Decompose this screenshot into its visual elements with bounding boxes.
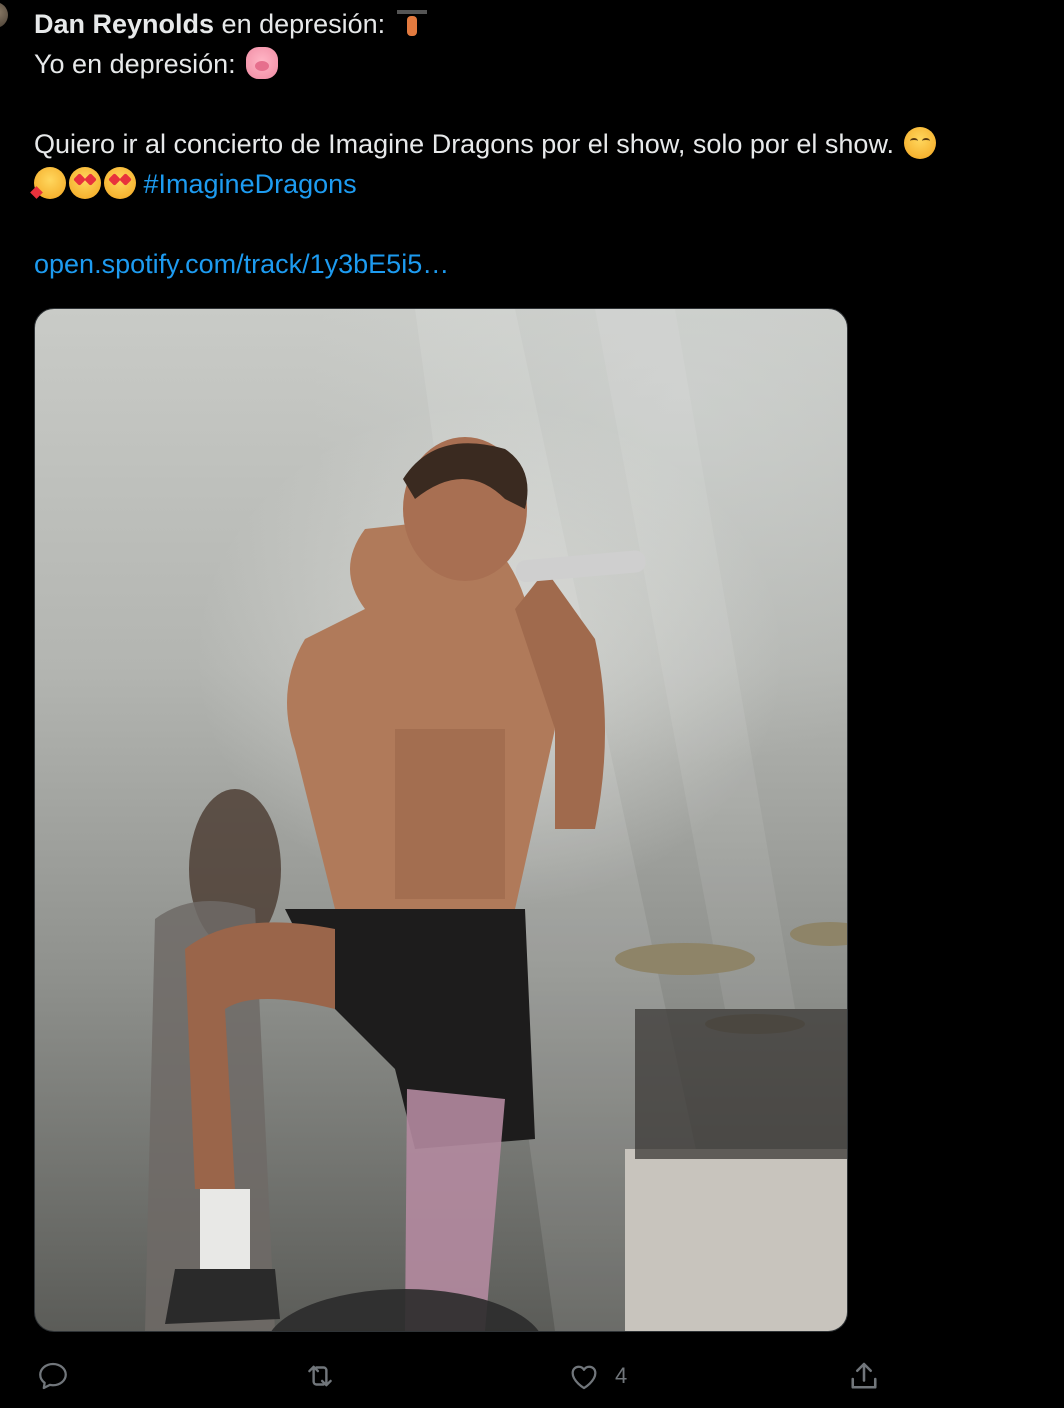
tweet-line-5: #ImagineDragons: [34, 164, 1044, 204]
retweet-icon: [308, 1365, 332, 1387]
like-count: 4: [615, 1363, 628, 1388]
hashtag-link[interactable]: #ImagineDragons: [144, 169, 357, 199]
line-1-suffix: en depresión:: [214, 9, 386, 39]
smiling-face-with-hearts-emoji-icon: [34, 167, 66, 199]
tweet[interactable]: Dan Reynolds en depresión: Yo en depresi…: [0, 0, 1064, 1408]
tweet-line-4: Quiero ir al concierto de Imagine Dragon…: [34, 124, 1044, 164]
share-button[interactable]: [846, 1348, 882, 1404]
author-avatar[interactable]: [0, 2, 8, 28]
author-name: Dan Reynolds: [34, 9, 215, 39]
line-2-text: Yo en depresión:: [34, 49, 236, 79]
drooling-smile-emoji-icon: [904, 127, 937, 159]
tweet-text: Dan Reynolds en depresión: Yo en depresi…: [34, 4, 1044, 284]
tweet-photo[interactable]: [34, 308, 848, 1332]
heart-eyes-emoji-icon: [69, 167, 101, 199]
share-icon: [851, 1362, 877, 1389]
spotify-link[interactable]: open.spotify.com/track/1y3bE5i5…: [34, 249, 449, 279]
retweet-button[interactable]: [302, 1348, 338, 1404]
pig-face-emoji-icon: [246, 47, 279, 79]
reply-button[interactable]: [36, 1348, 70, 1404]
line-4-text: Quiero ir al concierto de Imagine Dragon…: [34, 129, 894, 159]
tweet-line-7: open.spotify.com/track/1y3bE5i5…: [34, 244, 1044, 284]
weight-lifter-emoji-icon: [396, 7, 428, 39]
tweet-actions: 4: [0, 1348, 1064, 1404]
reply-icon: [39, 1362, 67, 1390]
heart-eyes-emoji-icon: [104, 167, 136, 199]
tweet-line-2: Yo en depresión:: [34, 44, 1044, 84]
concert-photo-illustration: [145, 309, 847, 1331]
tweet-line-1: Dan Reynolds en depresión:: [34, 4, 1044, 44]
like-button[interactable]: 4: [567, 1348, 627, 1404]
like-icon: [571, 1365, 597, 1390]
